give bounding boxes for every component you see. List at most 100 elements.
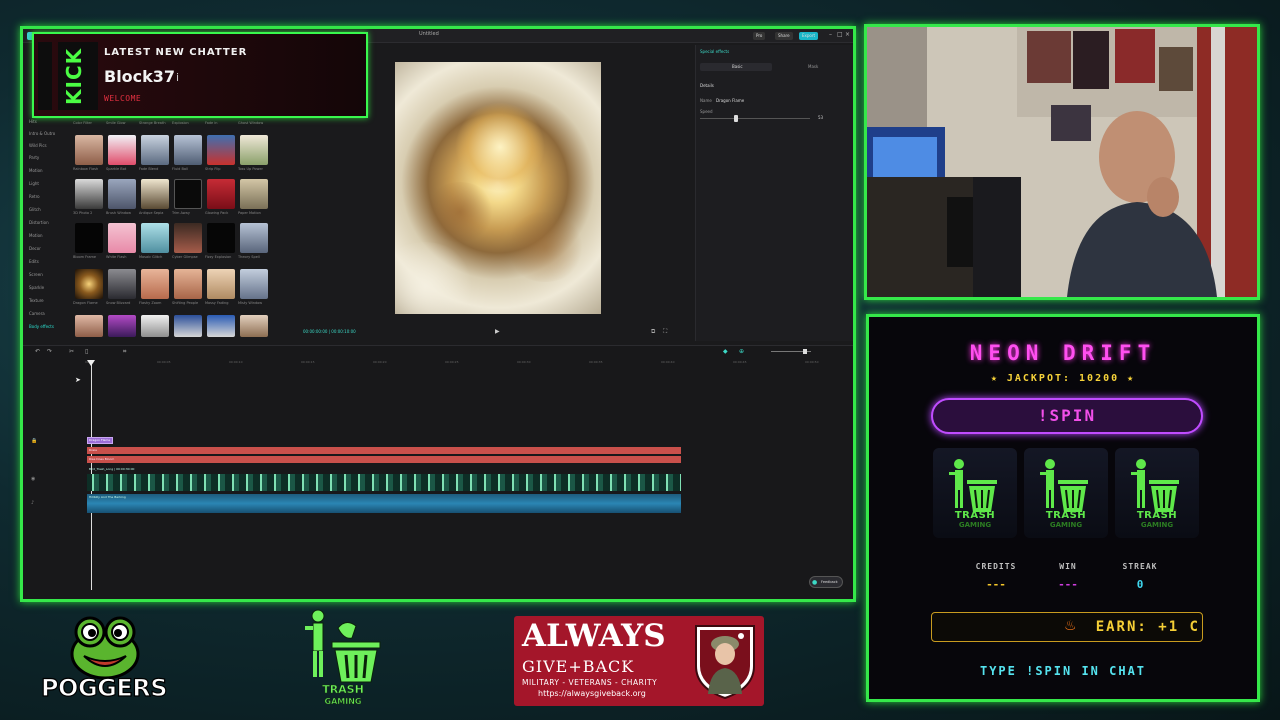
text-clip[interactable]: Rosie [87, 447, 681, 454]
category-item[interactable]: Edits [29, 259, 39, 264]
spin-button[interactable]: !SPIN [931, 398, 1203, 434]
effect-thumbnail[interactable] [207, 315, 235, 337]
effect-thumbnail[interactable] [75, 135, 103, 165]
effect-thumbnail[interactable] [174, 135, 202, 165]
zoom-slider-handle[interactable] [803, 349, 807, 354]
effect-label: Snow Blizzard [106, 301, 131, 305]
effect-thumbnail[interactable] [108, 223, 136, 253]
split-icon[interactable]: ✂ [69, 348, 74, 355]
feedback-button[interactable]: ● Feedback [809, 576, 843, 588]
video-clip[interactable] [87, 474, 681, 491]
ruler-tick: 00:00:30 [517, 360, 531, 364]
effect-thumbnail[interactable] [207, 223, 235, 253]
track-audio-icon[interactable]: ♪ [31, 500, 34, 506]
category-item[interactable]: Wild Pics [29, 143, 47, 148]
effect-thumbnail[interactable] [141, 179, 169, 209]
trash-can-icon [949, 459, 997, 512]
track-lock-icon[interactable]: 🔒 [31, 438, 37, 444]
pro-button[interactable]: Pro [753, 32, 766, 40]
effect-label: Sparkle Bot [106, 167, 127, 171]
ruler-tick: 00:00:35 [589, 360, 603, 364]
effect-thumbnail[interactable] [108, 315, 136, 337]
ruler-tick: 00:00:05 [157, 360, 171, 364]
minimize-icon[interactable]: – [829, 31, 832, 38]
category-item[interactable]: Retro [29, 194, 40, 199]
link-icon[interactable]: ⊕ [739, 348, 744, 355]
effect-thumbnail[interactable] [141, 269, 169, 299]
effect-thumbnail[interactable] [108, 135, 136, 165]
effect-thumbnail[interactable] [207, 135, 235, 165]
delete-icon[interactable]: ▯ [85, 348, 88, 355]
text-cursor: i [176, 71, 180, 84]
effect-thumbnail[interactable] [108, 269, 136, 299]
audio-clip[interactable]: Hillbilly And The Barking [87, 494, 681, 513]
category-item[interactable]: Intro & Outro [29, 131, 55, 136]
effect-thumbnail[interactable] [141, 315, 169, 337]
effect-thumbnail[interactable] [174, 269, 202, 299]
agb-subtitle: GIVE+BACK [522, 657, 635, 676]
play-icon[interactable]: ▶ [495, 328, 500, 335]
speed-slider-handle[interactable] [734, 115, 738, 122]
chatter-username: Block37 [104, 67, 176, 86]
webcam-image [867, 27, 1257, 297]
timeline-ruler[interactable]: 00:00 00:00:05 00:00:10 00:00:15 00:00:2… [85, 360, 845, 368]
effect-thumbnail[interactable] [240, 269, 268, 299]
effect-thumbnail[interactable] [141, 135, 169, 165]
category-item[interactable]: Light [29, 181, 39, 186]
category-item[interactable]: Screen [29, 272, 43, 277]
effect-label: Paper Motion [238, 211, 261, 215]
fullscreen-icon[interactable]: ⛶ [663, 328, 667, 336]
category-item[interactable]: Hits [29, 119, 37, 124]
tab-basic[interactable]: Basic [732, 64, 743, 69]
kick-logo: KICK [62, 47, 86, 105]
effect-thumbnail[interactable] [75, 179, 103, 209]
speed-value[interactable]: 53 [818, 115, 823, 120]
maximize-icon[interactable]: □ [837, 31, 843, 38]
effect-label: Ghost Window [238, 121, 264, 125]
category-item[interactable]: Texture [29, 298, 44, 303]
speed-slider-track[interactable] [700, 118, 810, 119]
category-item[interactable]: Motion [29, 233, 43, 238]
category-item-selected[interactable]: Body effects [29, 324, 54, 329]
effect-label: Fade in [205, 121, 218, 125]
effect-thumbnail[interactable] [75, 269, 103, 299]
crop-icon[interactable]: ⌗ [123, 348, 126, 356]
effect-thumbnail[interactable] [108, 179, 136, 209]
text-clip[interactable]: Rise Does Bloom [87, 456, 681, 463]
effect-thumbnail[interactable] [207, 269, 235, 299]
effect-thumbnail[interactable] [174, 315, 202, 337]
effect-thumbnail[interactable] [174, 179, 202, 209]
effect-thumbnail[interactable] [240, 315, 268, 337]
track-visibility-icon[interactable]: ◉ [31, 476, 35, 482]
preview-timecode: 00:00:00:00 | 00:00:10:00 [303, 329, 356, 334]
close-icon[interactable]: × [845, 31, 850, 38]
tab-mask[interactable]: Mask [808, 64, 818, 69]
share-button[interactable]: Share [775, 32, 793, 40]
effect-thumbnail[interactable] [174, 223, 202, 253]
effect-label: Color Filter [73, 121, 92, 125]
agb-tagline: MILITARY - VETERANS - CHARITY [522, 678, 658, 687]
snap-icon[interactable]: ◆ [723, 348, 728, 355]
category-item[interactable]: Camera [29, 311, 45, 316]
category-item[interactable]: Motion [29, 168, 43, 173]
snapshot-icon[interactable]: ⧉ [651, 328, 655, 336]
effect-thumbnail[interactable] [141, 223, 169, 253]
effect-thumbnail[interactable] [240, 135, 268, 165]
effect-thumbnail[interactable] [75, 223, 103, 253]
effect-thumbnail[interactable] [240, 223, 268, 253]
video-preview-canvas[interactable] [395, 62, 601, 314]
effect-label: Theory Spell [238, 255, 260, 259]
effect-clip[interactable]: Dragon Flame [87, 437, 113, 444]
undo-icon[interactable]: ↶ [35, 348, 40, 355]
effect-thumbnail[interactable] [75, 315, 103, 337]
category-item[interactable]: Sparkle [29, 285, 44, 290]
redo-icon[interactable]: ↷ [47, 348, 52, 355]
export-button[interactable]: Export [799, 32, 819, 40]
effect-thumbnail[interactable] [240, 179, 268, 209]
effect-thumbnail[interactable] [207, 179, 235, 209]
category-item[interactable]: Decor [29, 246, 41, 251]
category-item[interactable]: Glitch [29, 207, 41, 212]
category-item[interactable]: Distortion [29, 220, 49, 225]
category-item[interactable]: Party [29, 155, 39, 160]
details-section-title[interactable]: Details [700, 83, 714, 88]
